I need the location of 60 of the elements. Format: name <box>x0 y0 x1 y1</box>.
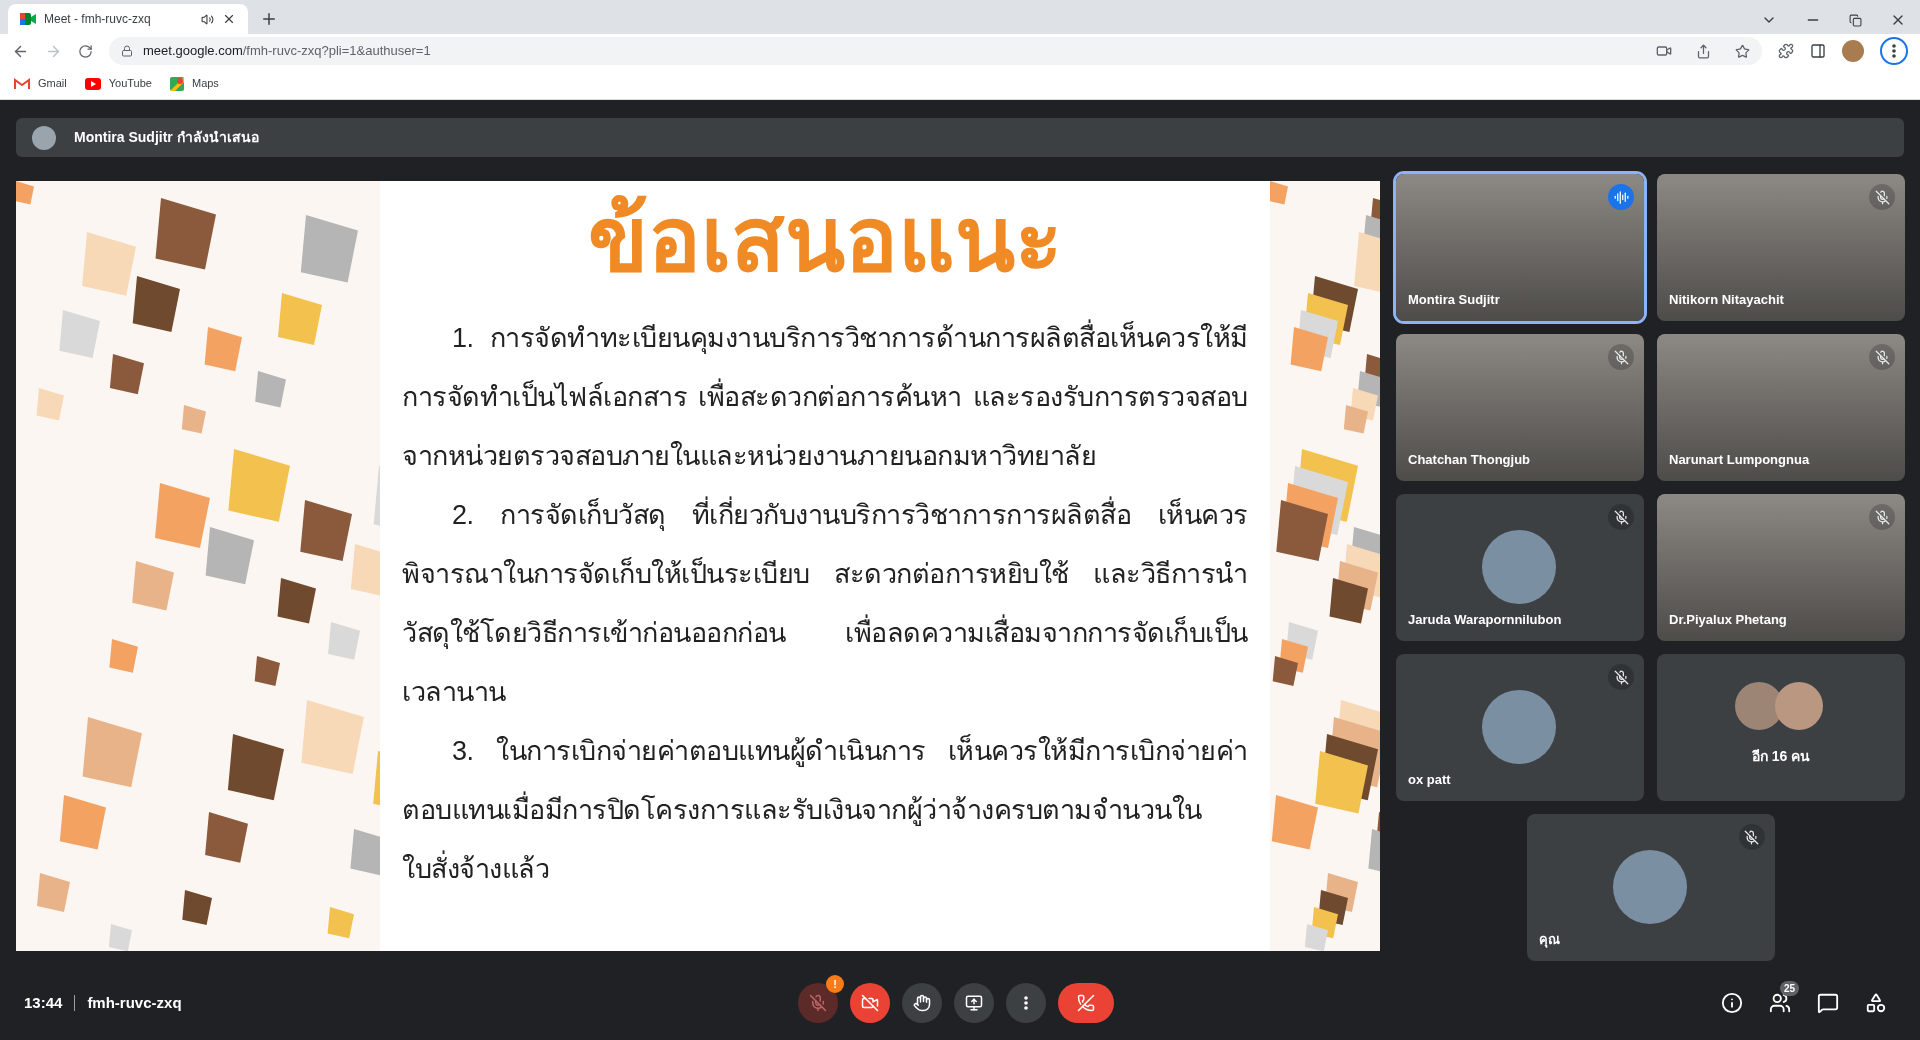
phone-hang-up-icon <box>1077 994 1095 1012</box>
participant-name: ox patt <box>1408 770 1451 789</box>
clock-time: 13:44 <box>24 992 63 1013</box>
mail-icon <box>14 77 30 90</box>
mic-off-icon <box>809 994 827 1012</box>
microphone-button[interactable] <box>798 983 838 1023</box>
chat-icon <box>1817 992 1839 1014</box>
participant-name: Nitikorn Nitayachit <box>1669 290 1784 309</box>
leave-call-button[interactable] <box>1058 983 1114 1023</box>
slide-paragraph: 1. การจัดทำทะเบียนคุมงานบริการวิชาการด้านการผลิตสื่อเห็นควรให้มีการจัดทำเป็นไฟล์เอกสาร เพื่อสะดวกต่อการค้นหา และรองรับการตรวจสอบจากหน่วยตรวจสอบภายในและหน่วยงานภายนอกมหาวิทยาลัย <box>402 309 1248 486</box>
more-vertical-icon <box>1024 996 1028 1010</box>
video-camera-icon <box>20 12 36 26</box>
menu-button[interactable] <box>1880 37 1908 65</box>
more-vertical-icon <box>1892 44 1896 58</box>
raise-hand-button[interactable] <box>902 983 942 1023</box>
bookmark-link[interactable]: YouTube <box>84 75 152 92</box>
camera-button[interactable] <box>850 983 890 1023</box>
present-screen-button[interactable] <box>954 983 994 1023</box>
close-tab-icon[interactable] <box>222 12 236 26</box>
participant-name: คุณ <box>1538 930 1560 949</box>
camera-icon[interactable] <box>1656 43 1672 59</box>
side-panel-icon[interactable] <box>1810 43 1826 59</box>
participant-name: Dr.Piyalux Phetang <box>1669 610 1787 629</box>
participant-name: Jaruda Warapornnilubon <box>1408 610 1562 629</box>
browser-tab[interactable]: Meet - fmh-ruvc-zxq <box>8 4 248 34</box>
restore-icon[interactable] <box>1849 13 1862 27</box>
tab-title: Meet - fmh-ruvc-zxq <box>44 11 152 28</box>
warning-badge: ! <box>826 975 844 993</box>
participant-name: Narunart Lumpongnua <box>1669 450 1810 469</box>
more-participants-label: อีก 16 คน <box>1750 747 1812 766</box>
participant-name: Montira Sudjitr <box>1408 290 1500 309</box>
share-icon[interactable] <box>1696 43 1711 59</box>
people-icon <box>1769 992 1791 1014</box>
present-screen-icon <box>965 994 983 1012</box>
reload-icon[interactable] <box>78 43 93 59</box>
map-pin-icon <box>169 76 184 91</box>
audio-level-icon <box>1608 184 1634 210</box>
bookmark-star-icon[interactable] <box>1735 43 1750 59</box>
extensions-icon[interactable] <box>1778 43 1794 59</box>
slide-paragraph: 2. การจัดเก็บวัสดุ ที่เกี่ยวกับงานบริการวิชาการการผลิตสื่อ เห็นควรพิจารณาในการจัดเก็บให้เป็นระเบียบ สะดวกต่อการหยิบใช้ และวิธีการนำวัสดุใช้โดยวิธีการเข้าก่อนออกก่อน เพื่อลดความเสื่อมจากการจัดเก็บเป็นเวลานาน <box>402 486 1248 722</box>
slide-title: ข้อเสนอแนะ <box>587 189 1063 291</box>
camera-off-icon <box>861 994 879 1012</box>
hand-icon <box>913 994 931 1012</box>
people-button[interactable]: 25 <box>1760 983 1800 1023</box>
bookmark-link[interactable]: Gmail <box>14 75 67 92</box>
lock-icon <box>121 45 133 57</box>
bookmark-link[interactable]: Maps <box>169 75 219 92</box>
count-badge: 25 <box>1780 981 1800 996</box>
info-icon <box>1721 992 1743 1014</box>
play-icon <box>84 77 101 90</box>
presenter-status: Montira Sudjitr กำลังนำเสนอ <box>74 128 259 147</box>
participant-name: Chatchan Thongjub <box>1408 450 1531 469</box>
shapes-icon <box>1865 992 1887 1014</box>
slide-paragraph: 3. ในการเบิกจ่ายค่าตอบแทนผู้ดำเนินการ เห็นควรให้มีการเบิกจ่ายค่าตอบแทนเมื่อมีการปิดโครงการและรับเงินจากผู้ว่าจ้างครบตามจำนวนในใบสั่งจ้างแล้ว <box>402 733 1248 886</box>
address-bar[interactable]: meet.google.com/fmh-ruvc-zxq?pli=1&authuser=1 <box>109 37 1762 65</box>
url-text: meet.google.com/fmh-ruvc-zxq?pli=1&authuser=1 <box>143 42 431 61</box>
profile-avatar[interactable] <box>1842 40 1864 62</box>
new-tab-icon[interactable] <box>260 10 278 28</box>
more-options-button[interactable] <box>1006 983 1046 1023</box>
meeting-code: fmh-ruvc-zxq <box>87 992 182 1013</box>
